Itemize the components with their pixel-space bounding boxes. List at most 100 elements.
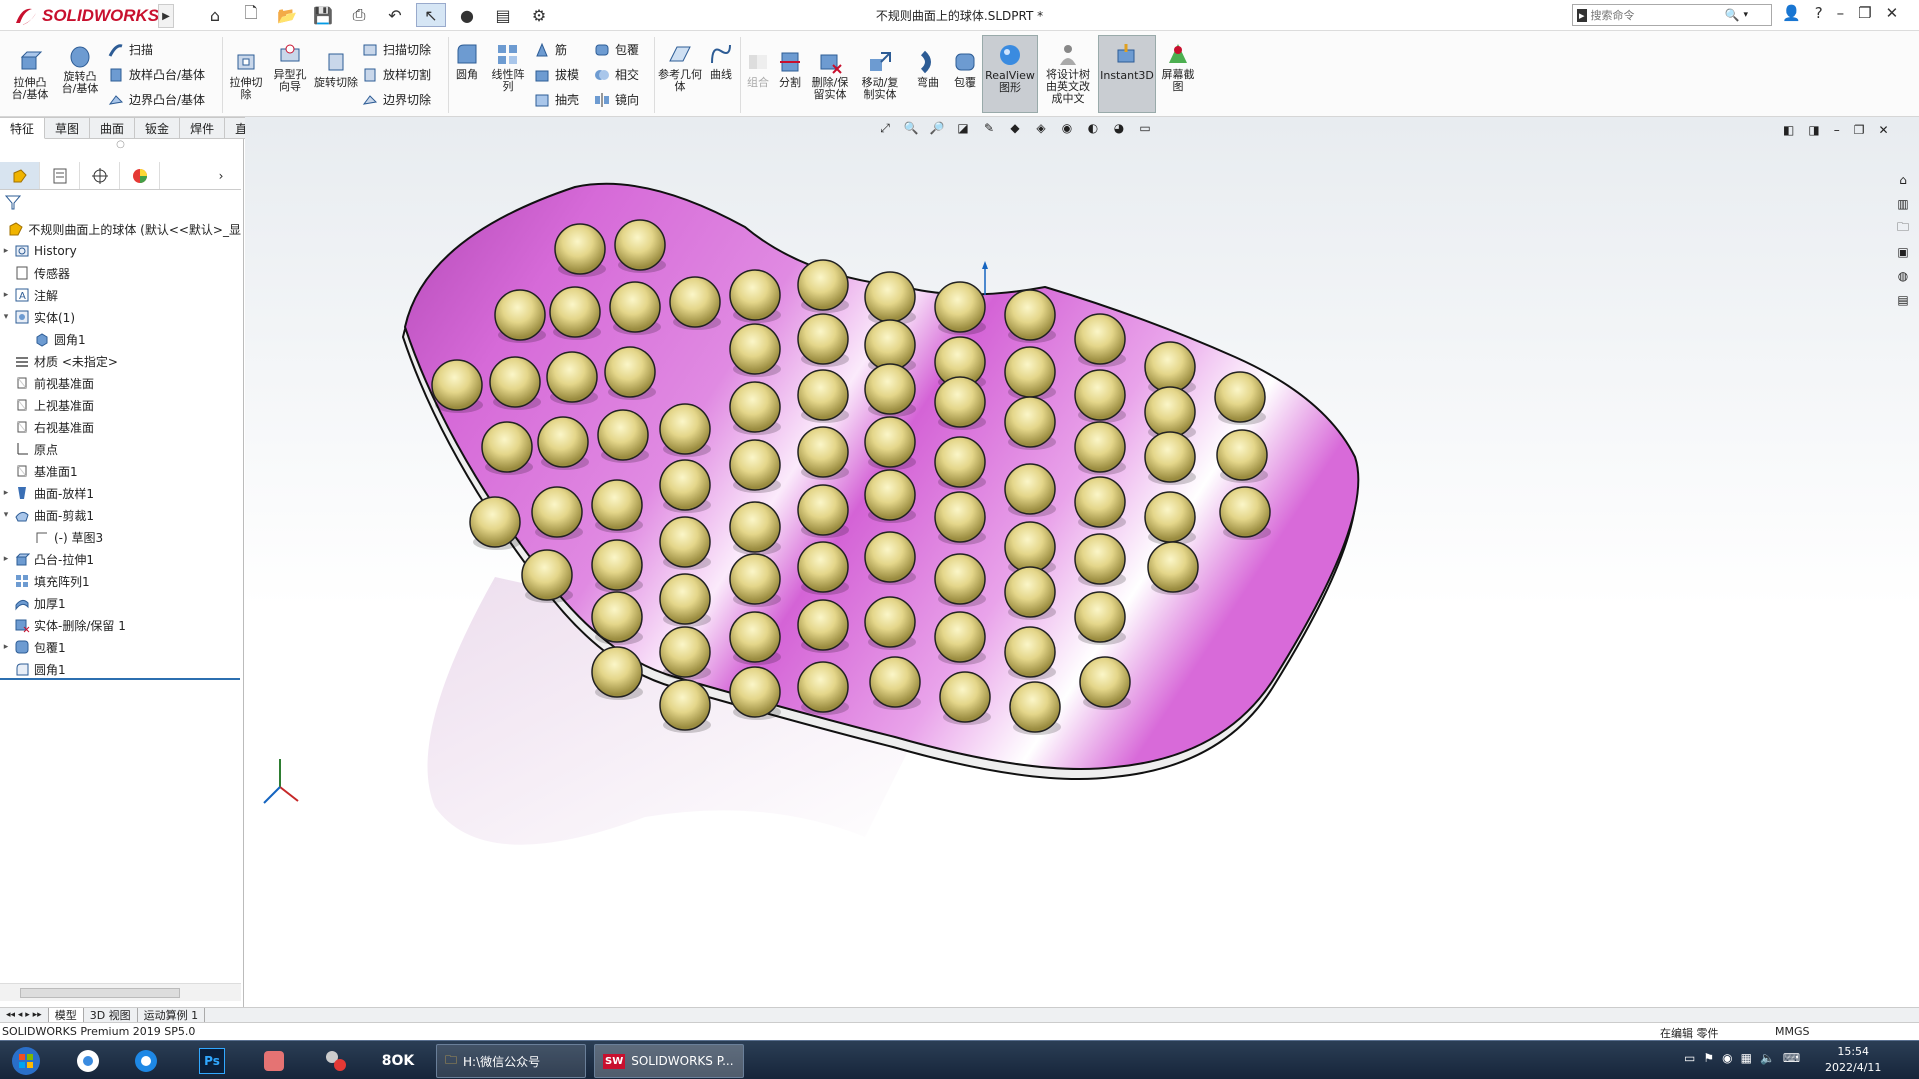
expand-toggle[interactable]: ▾ bbox=[0, 510, 12, 520]
tree-item[interactable]: 传感器 bbox=[0, 262, 241, 284]
rib-button[interactable]: 筋 bbox=[534, 41, 567, 58]
file-explorer-icon[interactable]: 🗀 bbox=[1892, 218, 1914, 238]
bottom-tab-1[interactable]: 3D 视图 bbox=[84, 1007, 138, 1023]
tree-item[interactable]: ▾ 曲面-剪裁1 bbox=[0, 504, 241, 526]
view-settings-icon[interactable]: ▭ bbox=[1135, 118, 1155, 138]
new-document-icon[interactable]: 🗋 bbox=[236, 3, 266, 27]
curves-button[interactable]: 曲线 bbox=[706, 41, 736, 81]
sphere[interactable] bbox=[797, 541, 849, 593]
section-view-icon[interactable]: ◪ bbox=[953, 118, 973, 138]
sphere[interactable] bbox=[1147, 541, 1199, 593]
graphics-area[interactable] bbox=[245, 117, 1919, 1007]
tray-volume-icon[interactable]: 🔈 bbox=[1760, 1051, 1775, 1065]
file-properties-icon[interactable]: ▤ bbox=[488, 3, 518, 27]
search-icon[interactable]: 🔍 bbox=[1725, 8, 1740, 22]
tree-item[interactable]: 填充阵列1 bbox=[0, 570, 241, 592]
tree-item[interactable]: 前视基准面 bbox=[0, 372, 241, 394]
screen-capture-button[interactable]: 屏幕截图 bbox=[1160, 41, 1196, 93]
taskbar-solidworks-window[interactable]: SW SOLIDWORKS P... bbox=[594, 1044, 744, 1078]
sphere[interactable] bbox=[1004, 289, 1056, 341]
edit-appearance-icon[interactable]: ◐ bbox=[1083, 118, 1103, 138]
revolve-cut-button[interactable]: 旋转切除 bbox=[314, 49, 358, 89]
sphere[interactable] bbox=[864, 319, 916, 371]
taskbar-clock[interactable]: 15:54 2022/4/11 bbox=[1825, 1044, 1881, 1076]
search-input[interactable] bbox=[1590, 8, 1721, 22]
sphere[interactable] bbox=[591, 591, 643, 643]
loft-cut-button[interactable]: 放样切割 bbox=[362, 66, 431, 83]
sphere[interactable] bbox=[659, 626, 711, 678]
tree-item[interactable]: ▸ 凸台-拉伸1 bbox=[0, 548, 241, 570]
tray-network-icon[interactable]: ▦ bbox=[1741, 1051, 1752, 1065]
sphere[interactable] bbox=[537, 416, 589, 468]
sphere[interactable] bbox=[1144, 431, 1196, 483]
sweep-cut-button[interactable]: 扫描切除 bbox=[362, 41, 431, 58]
tile-left-icon[interactable]: ◧ bbox=[1783, 123, 1794, 137]
tab-1[interactable]: 草图 bbox=[45, 117, 91, 139]
sphere[interactable] bbox=[864, 469, 916, 521]
tree-item[interactable]: 材质 <未指定> bbox=[0, 350, 241, 372]
sphere[interactable] bbox=[797, 426, 849, 478]
sphere[interactable] bbox=[521, 549, 573, 601]
tray-keyboard-icon[interactable]: ▭ bbox=[1684, 1051, 1695, 1065]
tree-item[interactable]: 右视基准面 bbox=[0, 416, 241, 438]
tab-3[interactable]: 钣金 bbox=[135, 117, 181, 139]
sphere[interactable] bbox=[591, 539, 643, 591]
sphere[interactable] bbox=[554, 223, 606, 275]
sphere[interactable] bbox=[1214, 371, 1266, 423]
help-icon[interactable]: ? bbox=[1815, 4, 1823, 22]
filter-icon[interactable] bbox=[4, 193, 24, 213]
translate-tree-button[interactable]: 将设计树由英文改成中文 bbox=[1042, 41, 1094, 105]
sphere[interactable] bbox=[864, 531, 916, 583]
sphere[interactable] bbox=[659, 516, 711, 568]
display-manager-tab[interactable] bbox=[120, 162, 160, 189]
select-icon[interactable]: ↖ bbox=[416, 3, 446, 27]
command-search-box[interactable]: ▸ 🔍 ▾ bbox=[1572, 4, 1772, 26]
close-icon[interactable]: ✕ bbox=[1886, 4, 1899, 22]
sphere[interactable] bbox=[934, 491, 986, 543]
custom-properties-icon[interactable]: ▤ bbox=[1892, 290, 1914, 310]
sphere[interactable] bbox=[729, 553, 781, 605]
sphere[interactable] bbox=[1009, 681, 1061, 733]
feature-manager-tab[interactable] bbox=[0, 162, 40, 189]
fillet-button[interactable]: 圆角 bbox=[452, 41, 482, 81]
display-style-icon[interactable]: ◈ bbox=[1031, 118, 1051, 138]
appearances-icon[interactable]: ◍ bbox=[1892, 266, 1914, 286]
tool-app-icon[interactable] bbox=[316, 1045, 356, 1077]
intersect-button[interactable]: 相交 bbox=[594, 66, 639, 83]
sphere[interactable] bbox=[1074, 369, 1126, 421]
print-icon[interactable]: ⎙ bbox=[344, 3, 374, 27]
open-icon[interactable]: 📂 bbox=[272, 3, 302, 27]
zoom-area-icon[interactable]: 🔍 bbox=[901, 118, 921, 138]
sphere[interactable] bbox=[864, 416, 916, 468]
tree-item[interactable]: 上视基准面 bbox=[0, 394, 241, 416]
tree-root[interactable]: 不规则曲面上的球体 (默认<<默认>_显 bbox=[0, 218, 241, 240]
sphere[interactable] bbox=[864, 596, 916, 648]
sphere[interactable] bbox=[1074, 421, 1126, 473]
panel-splitter[interactable]: ○ bbox=[0, 139, 241, 161]
realview-button[interactable]: RealView图形 bbox=[982, 35, 1038, 113]
start-button-icon[interactable] bbox=[6, 1045, 46, 1077]
tree-item[interactable]: 圆角1 bbox=[0, 328, 241, 350]
sphere[interactable] bbox=[797, 599, 849, 651]
sphere[interactable] bbox=[1074, 476, 1126, 528]
menu-expand-button[interactable]: ▶ bbox=[158, 4, 174, 28]
design-library-icon[interactable]: ▥ bbox=[1892, 194, 1914, 214]
sphere[interactable] bbox=[939, 671, 991, 723]
sphere[interactable] bbox=[729, 501, 781, 553]
apply-scene-icon[interactable]: ◕ bbox=[1109, 118, 1129, 138]
draft-button[interactable]: 拔模 bbox=[534, 66, 579, 83]
sphere[interactable] bbox=[864, 363, 916, 415]
configuration-manager-tab[interactable] bbox=[80, 162, 120, 189]
solidworks-logo[interactable]: SOLIDWORKS bbox=[14, 5, 159, 27]
bottom-tab-0[interactable]: 模型 bbox=[48, 1007, 84, 1023]
sphere[interactable] bbox=[669, 276, 721, 328]
sphere[interactable] bbox=[481, 421, 533, 473]
expand-toggle[interactable]: ▾ bbox=[0, 312, 12, 322]
tree-item[interactable]: ▾ 实体(1) bbox=[0, 306, 241, 328]
sphere[interactable] bbox=[934, 611, 986, 663]
tree-item[interactable]: ▸ 包覆1 bbox=[0, 636, 241, 658]
hole-wizard-button[interactable]: 异型孔向导 bbox=[270, 41, 310, 93]
tree-item[interactable]: 基准面1 bbox=[0, 460, 241, 482]
sphere[interactable] bbox=[1144, 386, 1196, 438]
expand-toggle[interactable]: ▸ bbox=[0, 642, 12, 652]
